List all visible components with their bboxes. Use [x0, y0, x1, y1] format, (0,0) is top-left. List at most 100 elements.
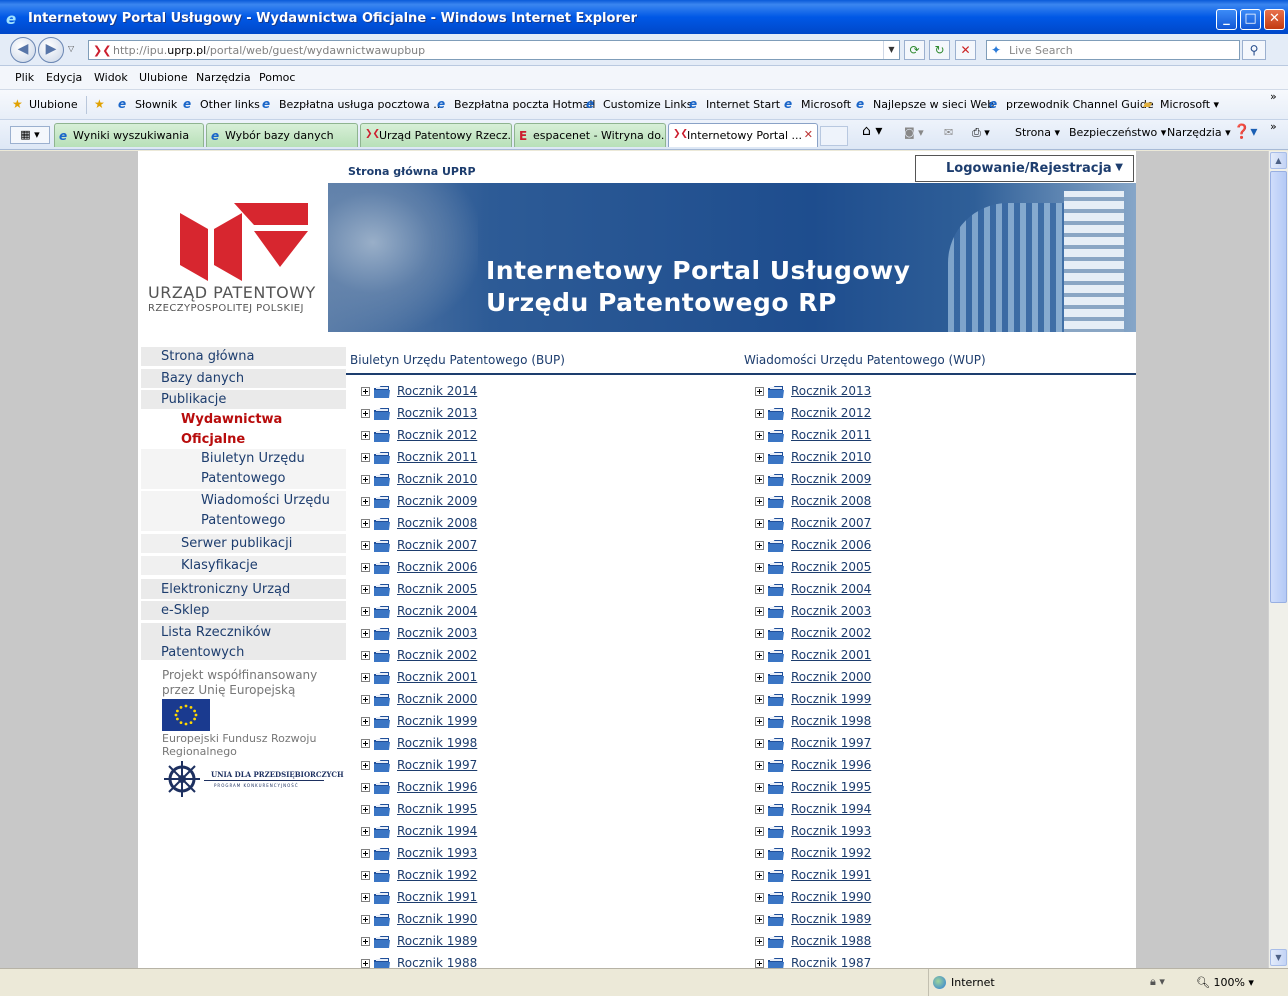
menu-narzedzia[interactable]: Narzędzia: [196, 71, 251, 84]
bup-year-row[interactable]: Rocznik 2000: [355, 691, 555, 713]
expand-plus-box-icon[interactable]: [361, 585, 370, 594]
year-link[interactable]: Rocznik 2006: [791, 538, 871, 552]
fav-internet-start[interactable]: e Internet Start: [689, 98, 780, 112]
expand-plus-box-icon[interactable]: [755, 827, 764, 836]
wup-year-row[interactable]: Rocznik 2006: [749, 537, 949, 559]
expand-plus-box-icon[interactable]: [361, 783, 370, 792]
expand-plus-box-icon[interactable]: [755, 519, 764, 528]
expand-plus-box-icon[interactable]: [755, 497, 764, 506]
expand-plus-box-icon[interactable]: [755, 541, 764, 550]
expand-plus-box-icon[interactable]: [361, 541, 370, 550]
year-link[interactable]: Rocznik 2007: [397, 538, 477, 552]
protected-mode-icon[interactable]: 🔒︎ ▾: [1150, 975, 1165, 989]
bup-year-row[interactable]: Rocznik 1994: [355, 823, 555, 845]
nav-wydawnictwa-oficjalne[interactable]: Wydawnictwa Oficjalne: [141, 410, 346, 450]
year-link[interactable]: Rocznik 2000: [397, 692, 477, 706]
nav-publikacje[interactable]: Publikacje: [141, 390, 346, 410]
year-link[interactable]: Rocznik 1997: [397, 758, 477, 772]
wup-year-row[interactable]: Rocznik 2012: [749, 405, 949, 427]
expand-plus-box-icon[interactable]: [755, 717, 764, 726]
expand-plus-box-icon[interactable]: [755, 695, 764, 704]
vertical-scrollbar[interactable]: ▲ ▼: [1268, 151, 1288, 968]
bup-year-row[interactable]: Rocznik 2009: [355, 493, 555, 515]
year-link[interactable]: Rocznik 1993: [397, 846, 477, 860]
wup-year-row[interactable]: Rocznik 1998: [749, 713, 949, 735]
history-dropdown-icon[interactable]: ▽: [68, 44, 74, 53]
menu-widok[interactable]: Widok: [94, 71, 128, 84]
year-link[interactable]: Rocznik 2002: [397, 648, 477, 662]
expand-plus-box-icon[interactable]: [755, 783, 764, 792]
year-link[interactable]: Rocznik 2013: [791, 384, 871, 398]
home-icon[interactable]: ⌂ ▾: [862, 123, 882, 139]
home-link[interactable]: Strona główna UPRP: [348, 165, 476, 178]
menu-edycja[interactable]: Edycja: [46, 71, 82, 84]
search-input[interactable]: ✦ Live Search: [986, 40, 1240, 60]
year-link[interactable]: Rocznik 2011: [397, 450, 477, 464]
menu-pomoc[interactable]: Pomoc: [259, 71, 295, 84]
year-link[interactable]: Rocznik 2003: [397, 626, 477, 640]
expand-plus-box-icon[interactable]: [361, 453, 370, 462]
wup-year-row[interactable]: Rocznik 2000: [749, 669, 949, 691]
print-icon[interactable]: ⎙ ▾: [972, 126, 990, 140]
expand-plus-box-icon[interactable]: [361, 937, 370, 946]
wup-year-row[interactable]: Rocznik 1989: [749, 911, 949, 933]
nav-bazy-danych[interactable]: Bazy danych: [141, 369, 346, 389]
wup-year-row[interactable]: Rocznik 2011: [749, 427, 949, 449]
expand-plus-box-icon[interactable]: [755, 761, 764, 770]
bup-year-row[interactable]: Rocznik 2013: [355, 405, 555, 427]
bup-year-row[interactable]: Rocznik 1998: [355, 735, 555, 757]
wup-year-row[interactable]: Rocznik 1988: [749, 933, 949, 955]
expand-plus-box-icon[interactable]: [361, 629, 370, 638]
wup-year-row[interactable]: Rocznik 1996: [749, 757, 949, 779]
new-tab-button[interactable]: [820, 126, 848, 146]
bup-year-row[interactable]: Rocznik 2006: [355, 559, 555, 581]
tab-wyniki-wyszukiwania[interactable]: e Wyniki wyszukiwania: [54, 123, 204, 147]
bup-year-row[interactable]: Rocznik 2001: [355, 669, 555, 691]
wup-year-row[interactable]: Rocznik 1994: [749, 801, 949, 823]
bup-year-row[interactable]: Rocznik 2005: [355, 581, 555, 603]
year-link[interactable]: Rocznik 2001: [397, 670, 477, 684]
bup-year-row[interactable]: Rocznik 2004: [355, 603, 555, 625]
bup-year-row[interactable]: Rocznik 1997: [355, 757, 555, 779]
year-link[interactable]: Rocznik 1994: [397, 824, 477, 838]
year-link[interactable]: Rocznik 2006: [397, 560, 477, 574]
wup-year-row[interactable]: Rocznik 2005: [749, 559, 949, 581]
year-link[interactable]: Rocznik 2012: [397, 428, 477, 442]
bup-year-row[interactable]: Rocznik 2002: [355, 647, 555, 669]
expand-plus-box-icon[interactable]: [361, 409, 370, 418]
expand-plus-box-icon[interactable]: [361, 607, 370, 616]
quick-tabs-button[interactable]: ▦ ▾: [10, 126, 50, 144]
maximize-button[interactable]: □: [1240, 9, 1261, 30]
help-icon[interactable]: ❓▾: [1233, 124, 1257, 140]
expand-plus-box-icon[interactable]: [361, 761, 370, 770]
expand-plus-box-icon[interactable]: [755, 959, 764, 968]
year-link[interactable]: Rocznik 1996: [397, 780, 477, 794]
expand-plus-box-icon[interactable]: [755, 673, 764, 682]
year-link[interactable]: Rocznik 2001: [791, 648, 871, 662]
wup-year-row[interactable]: Rocznik 1987: [749, 955, 949, 968]
bup-year-row[interactable]: Rocznik 1988: [355, 955, 555, 968]
strona-menu[interactable]: Strona ▾: [1015, 126, 1060, 139]
zoom-level[interactable]: 🔍︎ 100% ▾: [1196, 976, 1254, 989]
bup-year-row[interactable]: Rocznik 1993: [355, 845, 555, 867]
year-link[interactable]: Rocznik 2002: [791, 626, 871, 640]
fav-najlepsze[interactable]: e Najlepsze w sieci Web: [856, 98, 994, 112]
year-link[interactable]: Rocznik 1990: [791, 890, 871, 904]
bup-year-row[interactable]: Rocznik 1996: [355, 779, 555, 801]
year-link[interactable]: Rocznik 2005: [791, 560, 871, 574]
bup-year-row[interactable]: Rocznik 2012: [355, 427, 555, 449]
expand-plus-box-icon[interactable]: [755, 563, 764, 572]
year-link[interactable]: Rocznik 2010: [397, 472, 477, 486]
year-link[interactable]: Rocznik 1992: [791, 846, 871, 860]
fav-other-links[interactable]: e Other links: [183, 98, 260, 112]
expand-plus-box-icon[interactable]: [361, 519, 370, 528]
wup-year-row[interactable]: Rocznik 2010: [749, 449, 949, 471]
tab-wybor-bazy[interactable]: e Wybór bazy danych: [206, 123, 358, 147]
expand-plus-box-icon[interactable]: [361, 387, 370, 396]
bezpieczenstwo-menu[interactable]: Bezpieczeństwo ▾: [1069, 126, 1166, 139]
year-link[interactable]: Rocznik 1995: [397, 802, 477, 816]
expand-plus-box-icon[interactable]: [361, 431, 370, 440]
expand-plus-box-icon[interactable]: [755, 937, 764, 946]
nav-elektroniczny-urzad[interactable]: Elektroniczny Urząd: [141, 579, 346, 600]
nav-biuletyn-urzedu[interactable]: Biuletyn Urzędu Patentowego: [141, 449, 346, 489]
